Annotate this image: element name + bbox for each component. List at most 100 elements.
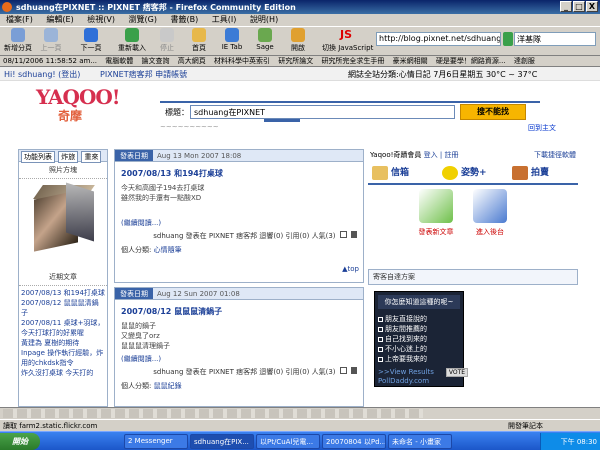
blog-actions: 發表新文章 進入後台 (368, 187, 578, 259)
greeting-link[interactable]: Hi! sdhuang! (登出) (4, 69, 80, 80)
post-body-line: 鼠鼠的鍋子 (121, 322, 156, 330)
search-input[interactable]: 洋基隊 (514, 32, 596, 46)
admin-button[interactable]: 進入後台 (468, 189, 512, 237)
close-button[interactable]: X (586, 1, 598, 12)
go-button[interactable] (503, 32, 513, 46)
poll-widget: 你怎麼知道這種的呢~ 朋友直接說的 朋友間推薦的 自己找到來的 不小心迷上的 上… (374, 291, 469, 387)
edit-icon[interactable] (339, 231, 347, 238)
bookmark-item[interactable]: 08/11/2006 11:58:52 am... (3, 57, 97, 65)
post-category-label: 個人分類: (121, 382, 152, 390)
taskbar-item-messenger[interactable]: 2 Messenger (124, 434, 188, 449)
sidebar-tab-2[interactable]: 炸旅 (58, 151, 79, 163)
recent-post-link[interactable]: 2007/08/11 桌球+羽球，今天打球打的好累喔 (21, 318, 105, 338)
top-link[interactable]: ▲top (115, 265, 363, 273)
bookmark-item[interactable]: 豪米網相關 (393, 56, 428, 66)
site-logo[interactable]: YAQOO! (36, 85, 121, 109)
view-results-link[interactable]: >>View Results (378, 368, 434, 376)
recent-post-link[interactable]: 2007/08/12 鼠鼠鼠清鍋子 (21, 298, 105, 318)
bookmark-item[interactable]: 研究所論文 (278, 56, 313, 66)
mail-tab[interactable]: 信箱 (372, 165, 409, 183)
bookmark-item[interactable]: 電腦軟體 (105, 56, 133, 66)
auction-tab[interactable]: 拍賣 (512, 165, 549, 183)
taskbar: 開始 2 Messenger sdhuang在PIX... 以Pt/CuAl兒電… (0, 431, 600, 450)
back-button[interactable]: 上一頁 (38, 28, 64, 56)
post-category-link[interactable]: 心情隨筆 (154, 246, 182, 254)
trash-icon[interactable] (351, 231, 357, 238)
recent-post-link[interactable]: Inpage 操作執行經驗，炸用的chkdsk指令 (21, 348, 105, 368)
photo-cube-title: 照片方塊 (19, 162, 107, 179)
menu-bookmarks[interactable]: 書籤(B) (171, 14, 199, 25)
vote-button[interactable]: VOTE (445, 368, 469, 377)
menu-view[interactable]: 檢視(V) (87, 14, 115, 25)
blog-search-button[interactable]: 搜不能找 (460, 104, 526, 120)
post-category-label: 個人分類: (121, 246, 152, 254)
sidebar-tab-functions[interactable]: 功能列表 (21, 151, 55, 163)
ie-tab-button[interactable]: IE Tab (220, 28, 244, 56)
back-to-main-link[interactable]: 回到主文 (528, 123, 556, 133)
knowledge-tab[interactable]: 姿勢+ (442, 165, 487, 183)
bookmark-item[interactable]: 高大網頁 (178, 56, 206, 66)
system-tray-clock[interactable]: 下午 08:30 (540, 433, 600, 450)
recent-post-link[interactable]: 黃建為 夏樹的期待 (21, 338, 105, 348)
edit-icon[interactable] (339, 367, 347, 374)
toggle-javascript-button[interactable]: JS 切換 JavaScript (322, 28, 373, 56)
taskbar-item-doc1[interactable]: 以Pt/CuAl兒電... (256, 434, 320, 449)
menu-file[interactable]: 檔案(F) (6, 14, 33, 25)
poll-option[interactable]: 自己找到來的 (378, 334, 460, 344)
extension-icons-row[interactable] (3, 409, 423, 418)
download-link[interactable]: 下載捷徑軟體 (534, 150, 576, 160)
login-register-link[interactable]: 登入 | 註冊 (424, 151, 459, 159)
trash-icon[interactable] (351, 367, 357, 374)
sidebar-tab-3[interactable]: 重來 (81, 151, 102, 163)
open-button[interactable]: 開啟 (286, 28, 310, 56)
checkbox-icon (378, 326, 383, 332)
taskbar-item-firefox[interactable]: sdhuang在PIX... (190, 434, 254, 449)
taskbar-item-paint[interactable]: 未命名 - 小畫家 (388, 434, 452, 449)
bookmark-item[interactable]: 研究所完全求生手冊 (321, 56, 384, 66)
menu-tools[interactable]: 工具(I) (212, 14, 237, 25)
bookmark-item[interactable]: 達創服 (514, 56, 535, 66)
javascript-icon: JS (339, 28, 352, 41)
minimize-button[interactable]: _ (560, 1, 572, 12)
post-category: 個人分類: 鼠鼠紀錄 (115, 377, 363, 395)
taskbar-item-doc2[interactable]: 20070804 以Pd... (322, 434, 386, 449)
post-title[interactable]: 2007/08/13 和194打桌球 (115, 162, 363, 183)
home-button[interactable]: 首頁 (188, 28, 210, 56)
blog-search-input[interactable]: sdhuang在PIXNET (190, 105, 455, 119)
poll-option[interactable]: 朋友間推薦的 (378, 324, 460, 334)
greeting-links[interactable]: PIXNET痞客邦 申請帳號 (100, 69, 187, 80)
new-tab-button[interactable]: 新增分頁 (2, 28, 34, 56)
poll-option[interactable]: 上帝要我來的 (378, 354, 460, 364)
post-title[interactable]: 2007/08/12 鼠鼠鼠清鍋子 (115, 300, 363, 321)
polldaddy-link[interactable]: PollDaddy.com (378, 377, 460, 385)
post-category-link[interactable]: 鼠鼠紀錄 (154, 382, 182, 390)
start-button[interactable]: 開始 (0, 433, 40, 450)
sage-button[interactable]: Sage (254, 28, 276, 56)
stop-button[interactable]: 停止 (156, 28, 178, 56)
reload-button[interactable]: 重新載入 (116, 28, 148, 56)
info-icon (473, 189, 507, 223)
bookmark-item[interactable]: 論文查詢 (142, 56, 170, 66)
menu-edit[interactable]: 編輯(E) (46, 14, 73, 25)
post-body: 鼠鼠的鍋子 又變臭了orz 鼠鼠鼠清理鍋子 (115, 321, 363, 351)
bookmark-item[interactable]: 材料科學中英索引 (214, 56, 270, 66)
read-more-link[interactable]: (繼續閱讀...) (115, 351, 363, 367)
forward-button[interactable]: 下一頁 (78, 28, 104, 56)
checkbox-icon (378, 336, 383, 342)
poll-option[interactable]: 朋友直接說的 (378, 314, 460, 324)
new-post-icon (419, 189, 453, 223)
poll-option[interactable]: 不小心迷上的 (378, 344, 460, 354)
bookmark-item[interactable]: 硬是要學！網路資源... (436, 56, 506, 66)
recent-post-link[interactable]: 2007/08/13 和194打桌球 (21, 288, 105, 298)
menu-help[interactable]: 說明(H) (250, 14, 278, 25)
read-more-link[interactable]: (繼續閱讀...) (115, 215, 363, 231)
site-header-strip: Hi! sdhuang! (登出) PIXNET痞客邦 申請帳號 網誌全站分類:… (0, 67, 600, 81)
url-input[interactable]: http://blog.pixnet.net/sdhuang (376, 32, 501, 46)
photo-cube-image[interactable] (30, 182, 96, 252)
status-bar: 讀取 farm2.static.flickr.com 開發筆記本 (0, 419, 600, 431)
maximize-button[interactable]: □ (573, 1, 585, 12)
menu-go[interactable]: 瀏覽(G) (129, 14, 157, 25)
recent-post-link[interactable]: 炸久沒打桌球 今天打的 (21, 368, 105, 378)
new-post-button[interactable]: 發表新文章 (414, 189, 458, 237)
notebook-addon[interactable]: 開發筆記本 (508, 421, 543, 431)
